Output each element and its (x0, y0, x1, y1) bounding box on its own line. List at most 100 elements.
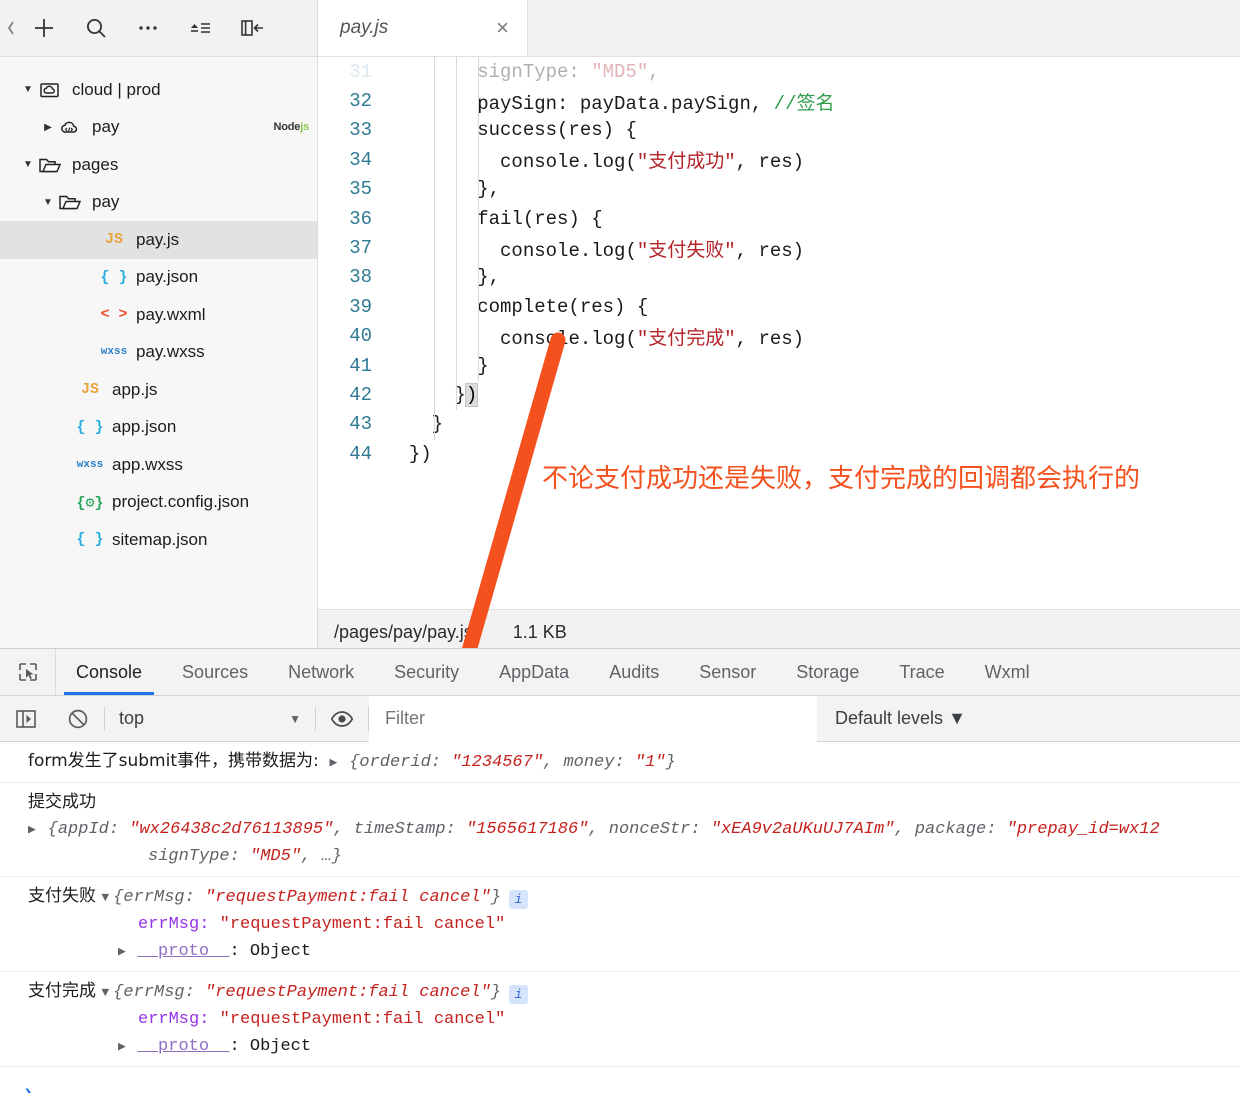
code-line-text: console.log("支付成功", res) (500, 151, 805, 174)
file-tree-item-pages[interactable]: ▼ pages (0, 146, 317, 184)
devtools-tab-security[interactable]: Security (374, 649, 479, 695)
file-tree-item-sitemap-json[interactable]: { } sitemap.json (0, 521, 317, 559)
file-tree-item-pay[interactable]: ▼ pay (0, 184, 317, 222)
line-number: 43 (349, 413, 372, 436)
code-line-text: signType: "MD5", (477, 60, 660, 83)
code-line: 37 console.log("支付失败", res) (318, 233, 1240, 262)
search-icon[interactable] (70, 8, 122, 48)
code-line: 38 }, (318, 263, 1240, 292)
collapse-all-icon[interactable] (174, 8, 226, 48)
code-editor-panel: pay.js × 31 signType: "MD5", 32 paySign: … (318, 0, 1240, 655)
file-tree-item-pay-json[interactable]: { } pay.json (0, 259, 317, 297)
console-line: signType: "MD5", …} (148, 847, 342, 866)
devtools-tab-network[interactable]: Network (268, 649, 374, 695)
line-number: 31 (349, 60, 372, 83)
more-options-icon[interactable] (122, 8, 174, 48)
devtools-tab-audits[interactable]: Audits (589, 649, 679, 695)
toggle-sidebar-icon[interactable] (226, 8, 278, 48)
folder-icon (56, 193, 84, 211)
file-tree-item-pay-wxml[interactable]: < > pay.wxml (0, 296, 317, 334)
file-tree-item-label: pay.json (136, 267, 199, 287)
console-filter-input[interactable] (369, 695, 817, 742)
code-line: 31 signType: "MD5", (318, 57, 1240, 86)
close-icon[interactable]: × (496, 17, 509, 39)
info-icon[interactable]: i (508, 890, 528, 909)
code-line-text: } (477, 354, 489, 377)
console-line: ▶ {appId: "wx26438c2d76113895", timeStam… (28, 820, 1160, 839)
clear-console-icon[interactable] (52, 696, 104, 742)
execution-context-select[interactable]: top ▼ (105, 708, 315, 729)
file-tree: ▼ cloud | prod ▶ pay Nodejs ▼ pages ▼ pay JS pay.j… (0, 57, 317, 559)
execution-context-value: top (119, 708, 145, 728)
devtools-tab-console[interactable]: Console (56, 649, 162, 695)
annotation-text: 不论支付成功还是失败，支付完成的回调都会执行的 (542, 463, 1141, 493)
twisty-expanded-icon[interactable]: ▼ (40, 197, 56, 208)
code-line-text: console.log("支付完成", res) (500, 327, 805, 350)
code-line-text: fail(res) { (477, 207, 603, 230)
file-tree-item-label: project.config.json (112, 492, 250, 512)
devtools-tab-storage[interactable]: Storage (776, 649, 879, 695)
line-number: 34 (349, 148, 372, 171)
twisty-collapsed-icon[interactable]: ▶ (40, 122, 56, 133)
devtools-tab-appdata[interactable]: AppData (479, 649, 589, 695)
js-file-icon: JS (104, 231, 123, 249)
editor-tabstrip: pay.js × (318, 0, 1240, 57)
console-levels-select[interactable]: Default levels ▼ (817, 708, 984, 729)
console-line: errMsg: "requestPayment:fail cancel" (138, 1010, 506, 1029)
chevron-down-icon: ▼ (948, 708, 966, 728)
status-file-path: /pages/pay/pay.js (334, 622, 473, 642)
live-expression-icon[interactable] (316, 696, 368, 742)
devtools-panel: Console Sources Network Security AppData Audi… (0, 648, 1240, 1093)
info-icon[interactable]: i (508, 985, 528, 1004)
devtools-tab-wxml[interactable]: Wxml (965, 649, 1050, 695)
code-line: 36 fail(res) { (318, 204, 1240, 233)
console-entry-submit-success[interactable]: 提交成功 ▶ {appId: "wx26438c2d76113895", time… (0, 783, 1240, 877)
nodejs-badge-text: Node (273, 121, 301, 134)
line-number: 35 (349, 178, 372, 201)
code-line: 42 }) (318, 380, 1240, 409)
devtools-tab-trace[interactable]: Trace (879, 649, 964, 695)
console-sidebar-icon[interactable] (0, 696, 52, 742)
line-number: 42 (349, 383, 372, 406)
console-line: ▶ __proto__: Object (118, 942, 312, 961)
file-tree-item-cloud-prod[interactable]: ▼ cloud | prod (0, 71, 317, 109)
file-tree-item-pay[interactable]: ▶ pay Nodejs (0, 109, 317, 147)
file-tree-item-label: app.wxss (112, 454, 183, 474)
file-tree-item-label: pay (92, 192, 120, 212)
file-tree-item-label: app.json (112, 417, 177, 437)
code-line-text: complete(res) { (477, 295, 649, 318)
line-number: 33 (349, 119, 372, 142)
devtools-tab-sensor[interactable]: Sensor (679, 649, 776, 695)
console-entry-pay-fail[interactable]: 支付失败 ▼ {errMsg: "requestPayment:fail canc… (0, 877, 1240, 972)
console-output[interactable]: form发生了submit事件，携带数据为: ▶ {orderid: "1234… (0, 742, 1240, 1093)
code-line-text: } (431, 413, 444, 436)
file-explorer-panel: ▼ cloud | prod ▶ pay Nodejs ▼ pages ▼ pay JS pay.j… (0, 0, 318, 655)
file-tree-item-label: pay (92, 117, 120, 137)
nodejs-badge-suffix: js (300, 121, 309, 134)
code-line: 39 complete(res) { (318, 292, 1240, 321)
devtools-tab-sources[interactable]: Sources (162, 649, 268, 695)
file-tree-item-app-wxss[interactable]: wxss app.wxss (0, 446, 317, 484)
code-line-text: paySign: payData.paySign, //签名 (477, 92, 835, 115)
explorer-toolbar (0, 0, 317, 57)
add-file-icon[interactable] (18, 8, 70, 48)
wxml-file-icon: < > (100, 306, 128, 324)
file-tree-item-app-js[interactable]: JS app.js (0, 371, 317, 409)
code-line: 40 console.log("支付完成", res) (318, 322, 1240, 351)
chevron-down-icon: ▼ (289, 711, 301, 726)
file-tree-item-project-config-json[interactable]: {⚙} project.config.json (0, 484, 317, 522)
line-number: 44 (349, 442, 372, 465)
twisty-expanded-icon[interactable]: ▼ (20, 159, 36, 170)
file-tree-item-app-json[interactable]: { } app.json (0, 409, 317, 447)
file-tree-item-pay-wxss[interactable]: wxss pay.wxss (0, 334, 317, 372)
twisty-expanded-icon[interactable]: ▼ (20, 84, 36, 95)
console-entry-form-submit[interactable]: form发生了submit事件，携带数据为: ▶ {orderid: "1234… (0, 742, 1240, 783)
file-tree-item-pay-js[interactable]: JS pay.js (0, 221, 317, 259)
code-area[interactable]: 31 signType: "MD5", 32 paySign: payData.p… (318, 57, 1240, 609)
file-tree-item-label: cloud | prod (72, 79, 161, 99)
inspect-element-icon[interactable] (0, 649, 56, 695)
console-entry-pay-complete[interactable]: 支付完成 ▼ {errMsg: "requestPayment:fail canc… (0, 972, 1240, 1067)
chevron-left-icon[interactable] (4, 8, 18, 48)
console-prompt[interactable]: › (0, 1067, 1240, 1093)
editor-tab-pay-js[interactable]: pay.js × (318, 0, 528, 56)
